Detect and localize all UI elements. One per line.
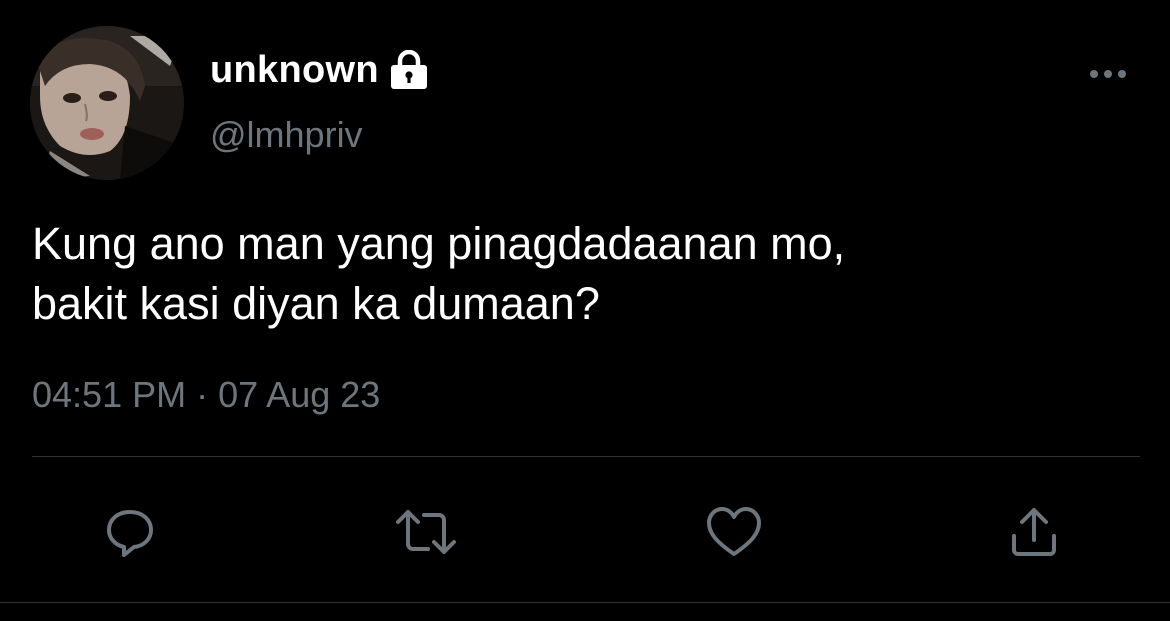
avatar-photo [30,26,184,180]
reply-icon [102,504,158,560]
tweet-text-line: bakit kasi diyan ka dumaan? [32,278,600,329]
share-button[interactable] [1006,504,1062,560]
reply-button[interactable] [102,504,158,560]
avatar[interactable] [30,26,184,180]
lock-icon [387,49,431,90]
author-name-row[interactable]: unknown [210,46,431,94]
tweet-time: 04:51 PM [32,374,187,415]
more-options-icon[interactable] [1086,62,1130,86]
retweet-icon [394,504,458,560]
display-name[interactable]: unknown [210,49,379,92]
tweet-date: 07 Aug 23 [218,374,381,415]
retweet-button[interactable] [396,504,456,560]
divider [32,456,1140,457]
tweet-text: Kung ano man yang pinagdadaanan mo, baki… [32,214,1132,334]
share-icon [1006,504,1062,560]
like-icon [704,504,764,560]
like-button[interactable] [706,504,762,560]
tweet-text-line: Kung ano man yang pinagdadaanan mo, [32,218,846,269]
bottom-divider [0,602,1170,603]
tweet-timestamp[interactable]: 04:51 PM · 07 Aug 23 [32,374,380,416]
handle[interactable]: @lmhpriv [210,114,363,156]
timestamp-separator: · [196,374,209,415]
